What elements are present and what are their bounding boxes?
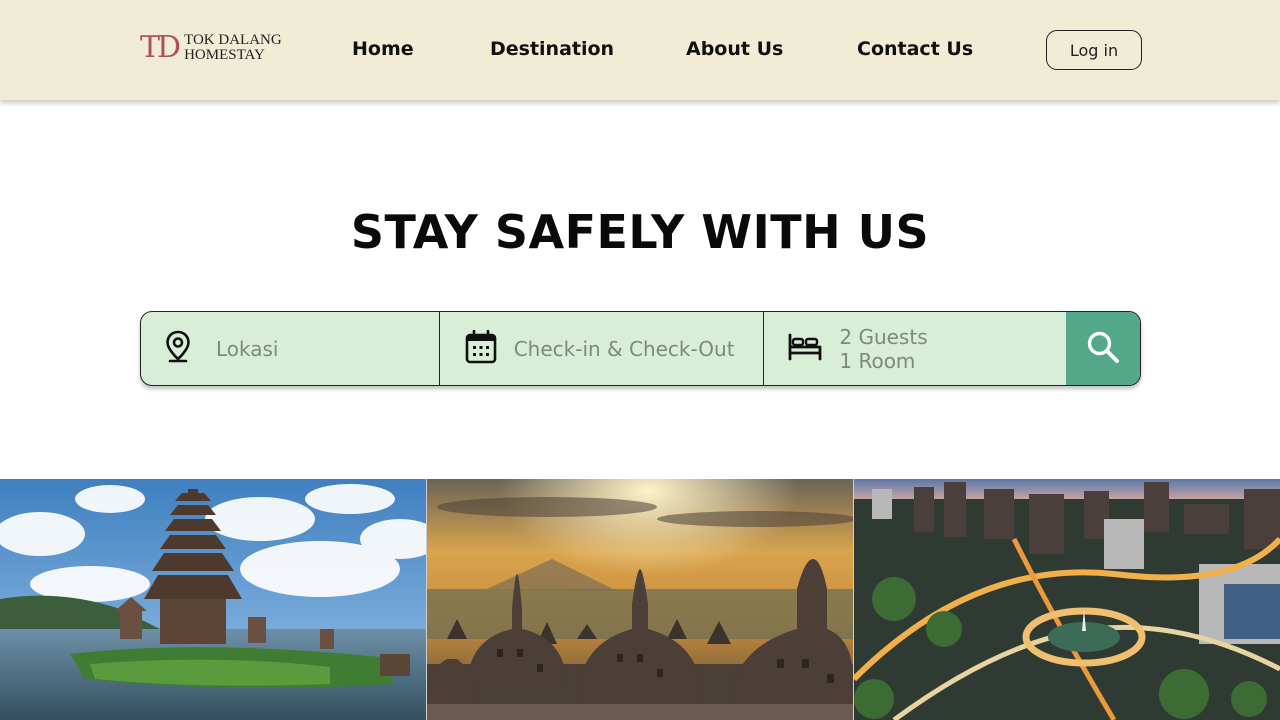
- date-range-field[interactable]: Check-in & Check-Out: [440, 312, 765, 385]
- location-field[interactable]: Lokasi: [141, 312, 440, 385]
- search-bar: Lokasi Check-in & Check-Out 2 Guests 1 R…: [140, 311, 1141, 386]
- guests-rooms-field[interactable]: 2 Guests 1 Room: [764, 312, 1066, 385]
- stupas-at-sunrise-image[interactable]: [427, 479, 853, 720]
- site-header: TD TOK DALANG HOMESTAY Home Destination …: [0, 0, 1280, 100]
- nav-home[interactable]: Home: [352, 38, 414, 60]
- search-icon: [1086, 330, 1120, 368]
- calendar-icon: [465, 329, 497, 368]
- login-button[interactable]: Log in: [1046, 30, 1142, 70]
- destination-gallery: [0, 479, 1280, 720]
- location-pin-icon: [165, 330, 191, 368]
- nav-about-us[interactable]: About Us: [686, 38, 783, 60]
- rooms-count: 1 Room: [839, 349, 916, 373]
- bed-icon: [787, 333, 823, 365]
- dates-placeholder: Check-in & Check-Out: [513, 336, 735, 361]
- nav-contact-us[interactable]: Contact Us: [857, 38, 973, 60]
- city-roundabout-image[interactable]: [854, 479, 1280, 720]
- guests-count: 2 Guests: [839, 325, 928, 349]
- hero-title: STAY SAFELY WITH US: [350, 205, 930, 259]
- search-button[interactable]: [1066, 312, 1140, 385]
- guests-rooms-value: 2 Guests 1 Room: [839, 325, 927, 373]
- location-placeholder: Lokasi: [216, 336, 279, 361]
- nav-destination[interactable]: Destination: [490, 38, 614, 60]
- temple-on-lake-image[interactable]: [0, 479, 426, 720]
